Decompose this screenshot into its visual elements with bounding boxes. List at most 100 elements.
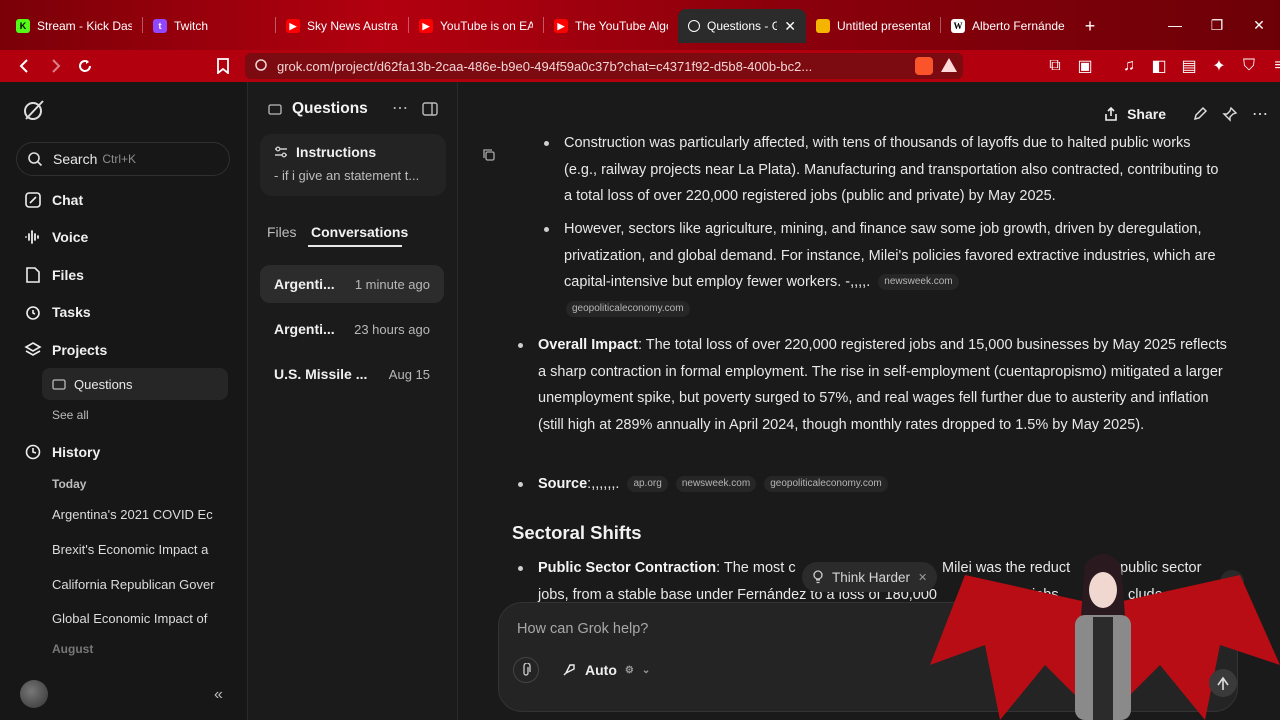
conversation-item[interactable]: Argenti... 23 hours ago [260,310,444,348]
restore-icon[interactable]: ❐ [1196,17,1238,34]
leo-ai-icon[interactable]: ✦ [1204,53,1234,79]
tasks-icon [26,306,40,320]
close-icon[interactable]: ✕ [918,571,927,584]
source-chip[interactable]: geopoliticaleconomy.com [566,300,690,317]
nav-chat[interactable]: Chat [24,186,83,214]
history-item[interactable]: California Republican Gover [52,577,222,592]
sidebar-toggle-icon[interactable]: ◧ [1144,53,1174,79]
reload-icon[interactable] [70,53,100,79]
copy-icon[interactable] [482,148,496,162]
panel-toggle-icon[interactable] [422,102,438,116]
overall-impact-label: Overall Impact [538,337,638,353]
screenshot-icon[interactable]: ▣ [1070,53,1100,79]
extensions-icon[interactable]: ⧉ [1040,53,1070,79]
history-item[interactable]: Argentina's 2021 COVID Ec [52,507,222,522]
list-item: Overall Impact: The total loss of over 2… [518,332,1228,438]
forward-icon[interactable] [40,53,70,79]
pin-icon[interactable] [1222,106,1238,122]
grok-logo-icon[interactable] [22,98,46,122]
voice-icon [25,230,39,244]
folder-icon [52,379,66,390]
projects-icon [24,342,42,356]
close-window-icon[interactable]: ✕ [1238,17,1280,34]
nav-voice[interactable]: Voice [24,223,88,251]
source-chip[interactable]: newsweek.com [675,476,757,493]
folder-icon [268,104,282,115]
browser-tab-active[interactable]: Questions - G ✕ [678,9,806,43]
grok-icon [688,20,700,32]
browser-tab[interactable]: W Alberto Fernánde [941,9,1075,43]
source-chip[interactable]: geopoliticaleconomy.com [764,476,888,493]
address-bar[interactable]: grok.com/project/d62fa13b-2caa-486e-b9e0… [245,53,963,79]
nav-history[interactable]: History [24,438,100,466]
search-button[interactable]: Search Ctrl+K [16,142,230,176]
project-item-questions[interactable]: Questions [42,368,228,400]
composer-box[interactable]: How can Grok help? Auto ⚙ ⌄ [498,602,1238,712]
user-avatar[interactable] [20,680,48,708]
lightbulb-icon [813,570,823,584]
source-chip[interactable]: newsweek.com [878,274,959,291]
instructions-preview: - if i give an statement t... [274,168,420,183]
browser-tab[interactable]: K Stream - Kick Dash [6,9,142,43]
youtube-icon: ▶ [419,19,433,33]
tab-conversations[interactable]: Conversations [311,224,408,240]
conversation-item[interactable]: U.S. Missile ... Aug 15 [260,355,444,393]
window-controls: — ❐ ✕ [1154,0,1280,50]
history-group-label: Today [52,477,87,491]
minimize-icon[interactable]: — [1154,17,1196,33]
back-icon[interactable] [10,53,40,79]
media-icon[interactable]: ♫ [1114,53,1144,79]
files-icon [26,267,40,283]
share-button[interactable]: Share [1091,99,1178,129]
history-icon [25,444,41,460]
collapse-sidebar-icon[interactable]: « [214,686,223,704]
think-harder-button[interactable]: Think Harder ✕ [802,562,938,592]
share-icon [1105,106,1117,121]
attach-button[interactable] [513,657,539,683]
list-item: Source:,,,,,,. ap.org newsweek.com geopo… [518,471,1228,498]
tab-files[interactable]: Files [267,224,297,240]
nav-tasks[interactable]: Tasks [24,298,91,326]
brave-rewards-icon[interactable] [941,58,957,72]
browser-tab[interactable]: Untitled presentat [806,9,940,43]
history-item[interactable]: Brexit's Economic Impact a [52,542,222,557]
nav-projects[interactable]: Projects [24,336,107,364]
browser-tab[interactable]: ▶ The YouTube Algo [544,9,678,43]
url-text: grok.com/project/d62fa13b-2caa-486e-b9e0… [277,58,813,74]
more-options-icon[interactable]: ⋯ [1252,104,1268,124]
instructions-card[interactable]: Instructions - if i give an statement t.… [260,134,446,196]
history-group-label: August [52,642,94,656]
list-item: Construction was particularly affected, … [544,130,1224,210]
wallet-icon[interactable]: ▤ [1174,53,1204,79]
conversation-item[interactable]: Argenti... 1 minute ago [260,265,444,303]
source-chip[interactable]: ap.org [627,476,668,493]
browser-tab[interactable]: t Twitch [143,9,275,43]
browser-tab[interactable]: ▶ Sky News Australi [276,9,408,43]
extensions-area: ⧉ ▣ ♫ ◧ ▤ ✦ ⛉ ≡ [1040,53,1280,79]
project-title: Questions [292,100,368,117]
nav-files[interactable]: Files [24,261,84,289]
site-info-icon[interactable] [255,58,267,74]
brave-shield-icon[interactable] [915,57,933,75]
chat-header-actions: Share ⋯ [1091,100,1280,128]
wikipedia-icon: W [951,19,965,33]
browser-tab[interactable]: ▶ YouTube is on EA [409,9,543,43]
project-panel: Questions ⋯ Instructions - if i give an … [248,82,458,720]
composer-input[interactable]: How can Grok help? [517,621,648,637]
kick-icon: K [16,19,30,33]
chat-main: Share ⋯ Construction was particularly af… [458,82,1280,720]
bookmark-icon[interactable] [208,53,238,79]
see-all-link[interactable]: See all [52,408,89,422]
new-tab-button[interactable]: + [1075,9,1105,43]
youtube-icon: ▶ [554,19,568,33]
mode-selector[interactable]: Auto ⚙ ⌄ [561,657,650,683]
more-options-icon[interactable]: ⋯ [392,98,409,118]
close-tab-icon[interactable]: ✕ [784,18,796,35]
scroll-down-icon[interactable]: ⌄ [1220,570,1244,594]
rocket-icon [563,664,575,676]
edit-icon[interactable] [1192,106,1208,122]
search-icon [28,152,43,167]
vpn-shield-icon[interactable]: ⛉ [1234,53,1264,79]
history-item[interactable]: Global Economic Impact of [52,611,222,626]
menu-icon[interactable]: ≡ [1264,53,1280,79]
